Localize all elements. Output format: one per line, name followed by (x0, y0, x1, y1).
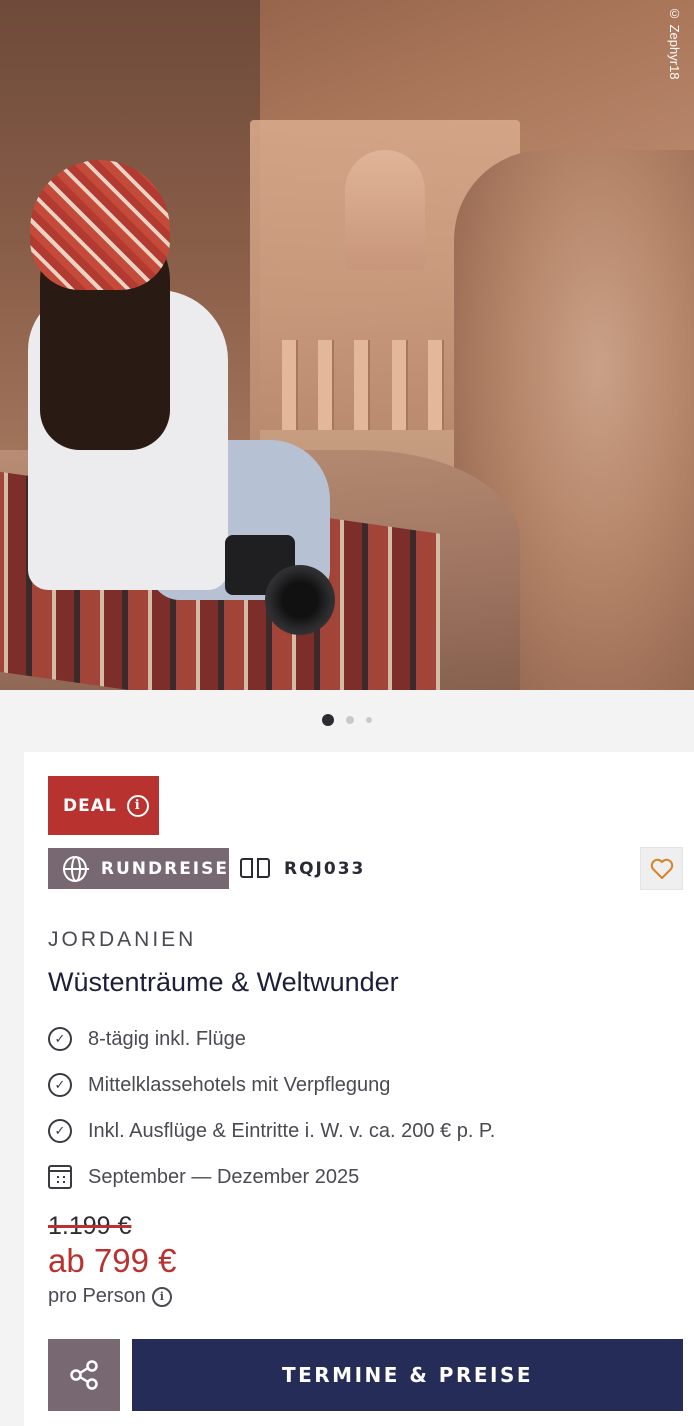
photo-credit: © Zephyr18 (667, 6, 682, 80)
carousel-dot[interactable] (346, 716, 354, 724)
list-item: ✓ 8-tägig inkl. Flüge (48, 1016, 495, 1062)
photo-tholos (345, 150, 425, 270)
feature-text: 8-tägig inkl. Flüge (88, 1027, 246, 1050)
feature-text: Mittelklassehotels mit Verpflegung (88, 1073, 391, 1096)
carousel-dot[interactable] (366, 717, 372, 723)
info-icon[interactable]: i (126, 794, 149, 817)
photo-camera-lens (265, 565, 335, 635)
globe-icon (62, 855, 89, 882)
favorite-button[interactable] (640, 847, 683, 890)
photo-person-headscarf (30, 160, 170, 290)
share-button[interactable] (48, 1339, 120, 1411)
carousel-dot-active[interactable] (322, 714, 334, 726)
catalog-book-icon (240, 857, 270, 880)
tour-type-label: RUNDREISE (100, 858, 229, 879)
tour-type-badge: RUNDREISE (48, 848, 229, 889)
current-price: ab 799 € (48, 1242, 177, 1279)
check-circle-icon: ✓ (48, 1119, 72, 1143)
list-item: ✓ Mittelklassehotels mit Verpflegung (48, 1062, 495, 1108)
list-item: ✓ Inkl. Ausflüge & Eintritte i. W. v. ca… (48, 1108, 495, 1154)
check-circle-icon: ✓ (48, 1027, 72, 1051)
carousel-dots (0, 714, 694, 726)
feature-text: Inkl. Ausflüge & Eintritte i. W. v. ca. … (88, 1119, 496, 1142)
per-person-label: pro Person (48, 1285, 146, 1307)
heart-icon (650, 858, 673, 879)
share-icon (70, 1360, 98, 1390)
deal-badge[interactable]: DEAL i (48, 776, 159, 835)
deal-label: DEAL (63, 795, 117, 816)
check-circle-icon: ✓ (48, 1073, 72, 1097)
list-item: September — Dezember 2025 (48, 1154, 495, 1200)
old-price: 1.199 € (48, 1212, 132, 1240)
dates-prices-button[interactable]: TERMINE & PREISE (132, 1339, 683, 1411)
tour-code: RQJ033 (240, 848, 365, 889)
trip-country: JORDANIEN (48, 928, 197, 951)
info-icon[interactable]: i (151, 1286, 172, 1307)
hero-image[interactable]: © Zephyr18 (0, 0, 694, 690)
feature-list: ✓ 8-tägig inkl. Flüge ✓ Mittelklassehote… (48, 1016, 495, 1200)
travel-dates: September — Dezember 2025 (88, 1165, 360, 1188)
calendar-icon (48, 1165, 72, 1189)
trip-title[interactable]: Wüstenträume & Weltwunder (48, 967, 399, 998)
tour-code-label: RQJ033 (284, 858, 366, 879)
price-unit: pro Person i (48, 1285, 172, 1308)
trip-card: DEAL i RUNDREISE RQJ033 JORDANIEN Wüsten… (24, 752, 694, 1426)
